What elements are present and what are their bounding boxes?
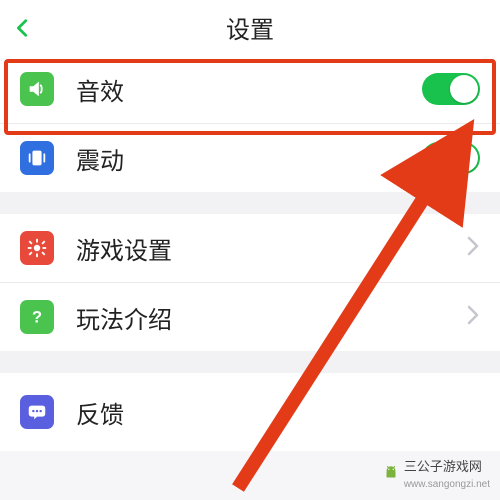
watermark-text: 三公子游戏网	[404, 459, 482, 474]
chat-icon	[20, 395, 54, 429]
page-title: 设置	[226, 10, 274, 45]
section-gap-2	[0, 351, 500, 373]
row-howto[interactable]: ? 玩法介绍	[0, 283, 500, 351]
chevron-right-icon	[466, 236, 480, 261]
vibrate-toggle[interactable]	[422, 142, 480, 174]
gear-icon	[20, 231, 54, 265]
section-gap-1	[0, 192, 500, 214]
row-game-label: 游戏设置	[76, 231, 466, 266]
vibrate-icon	[20, 141, 54, 175]
row-feedback-label: 反馈	[76, 395, 480, 430]
row-howto-label: 玩法介绍	[76, 300, 466, 335]
row-vibrate-label: 震动	[76, 141, 422, 176]
row-sound-label: 音效	[76, 72, 422, 107]
back-button[interactable]	[12, 0, 34, 55]
back-chevron-icon	[12, 17, 34, 39]
settings-group-1: 音效 震动	[0, 55, 500, 192]
svg-text:?: ?	[32, 309, 42, 327]
sound-toggle[interactable]	[422, 73, 480, 105]
question-icon: ?	[20, 300, 54, 334]
chevron-right-icon	[466, 305, 480, 330]
row-game-settings[interactable]: 游戏设置	[0, 214, 500, 283]
watermark: 三公子游戏网 www.sangongzi.net	[382, 456, 490, 490]
row-feedback[interactable]: 反馈	[0, 373, 500, 451]
settings-group-3: 反馈	[0, 373, 500, 451]
row-sound[interactable]: 音效	[0, 55, 500, 124]
android-icon	[382, 464, 400, 482]
settings-group-2: 游戏设置 ? 玩法介绍	[0, 214, 500, 351]
row-vibrate[interactable]: 震动	[0, 124, 500, 192]
header-bar: 设置	[0, 0, 500, 55]
watermark-url: www.sangongzi.net	[404, 479, 490, 490]
sound-icon	[20, 72, 54, 106]
